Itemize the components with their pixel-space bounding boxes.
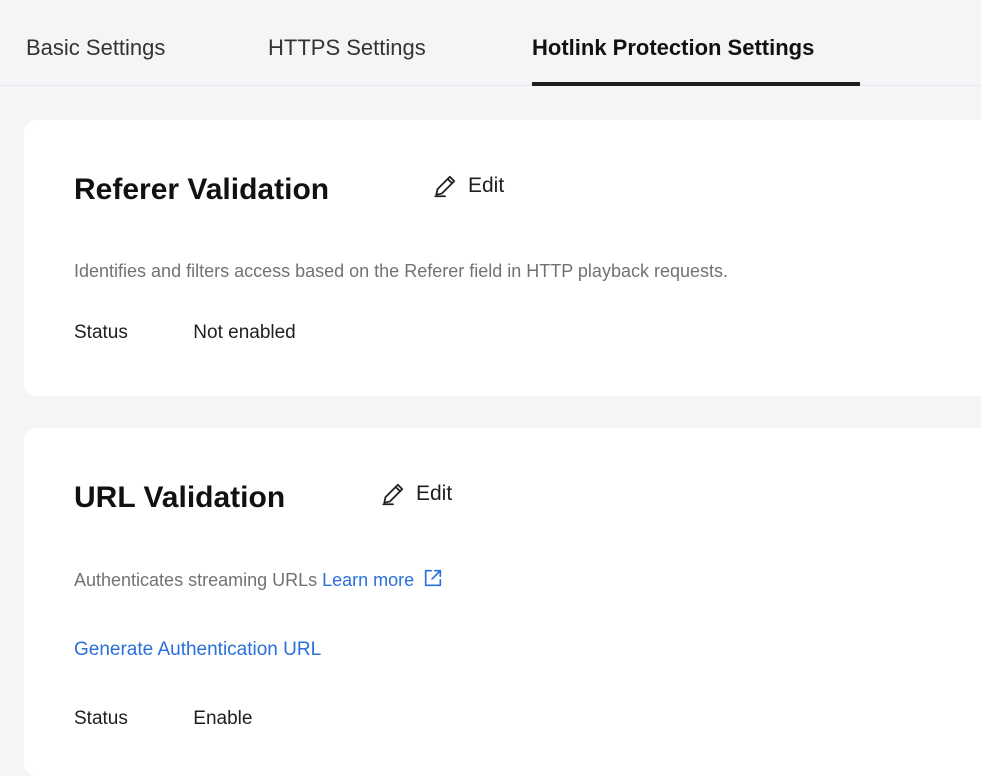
referer-status-row: Status Not enabled: [74, 321, 296, 345]
pencil-icon: [380, 481, 406, 507]
referer-validation-card: Referer Validation Edit Identifies and f…: [24, 120, 981, 396]
learn-more-link[interactable]: Learn more: [322, 569, 444, 590]
tab-https-settings[interactable]: HTTPS Settings: [268, 34, 426, 62]
external-link-icon: [422, 567, 444, 595]
generate-authentication-url-link[interactable]: Generate Authentication URL: [74, 638, 321, 662]
referer-status-label: Status: [74, 322, 128, 343]
tab-hotlink-protection-settings[interactable]: Hotlink Protection Settings: [532, 34, 814, 62]
url-validation-edit-button[interactable]: Edit: [380, 481, 452, 507]
active-tab-indicator: [532, 82, 860, 86]
tabs-bar: Basic Settings HTTPS Settings Hotlink Pr…: [0, 0, 981, 86]
url-validation-card: URL Validation Edit Authenticates stream…: [24, 428, 981, 776]
pencil-icon: [432, 173, 458, 199]
url-validation-status-label: Status: [74, 708, 128, 729]
url-validation-description-row: Authenticates streaming URLs Learn more: [74, 567, 444, 595]
learn-more-label: Learn more: [322, 570, 415, 590]
referer-edit-label: Edit: [468, 174, 505, 197]
referer-validation-title: Referer Validation: [74, 173, 330, 206]
url-validation-description: Authenticates streaming URLs: [74, 570, 318, 590]
url-validation-title: URL Validation: [74, 481, 286, 514]
referer-description: Identifies and filters access based on t…: [74, 261, 729, 281]
url-validation-edit-label: Edit: [416, 482, 453, 505]
url-validation-status-value: Enable: [193, 708, 253, 729]
tab-basic-settings[interactable]: Basic Settings: [26, 34, 165, 62]
url-validation-status-row: Status Enable: [74, 707, 252, 731]
referer-status-value: Not enabled: [193, 322, 296, 343]
referer-edit-button[interactable]: Edit: [432, 173, 504, 199]
